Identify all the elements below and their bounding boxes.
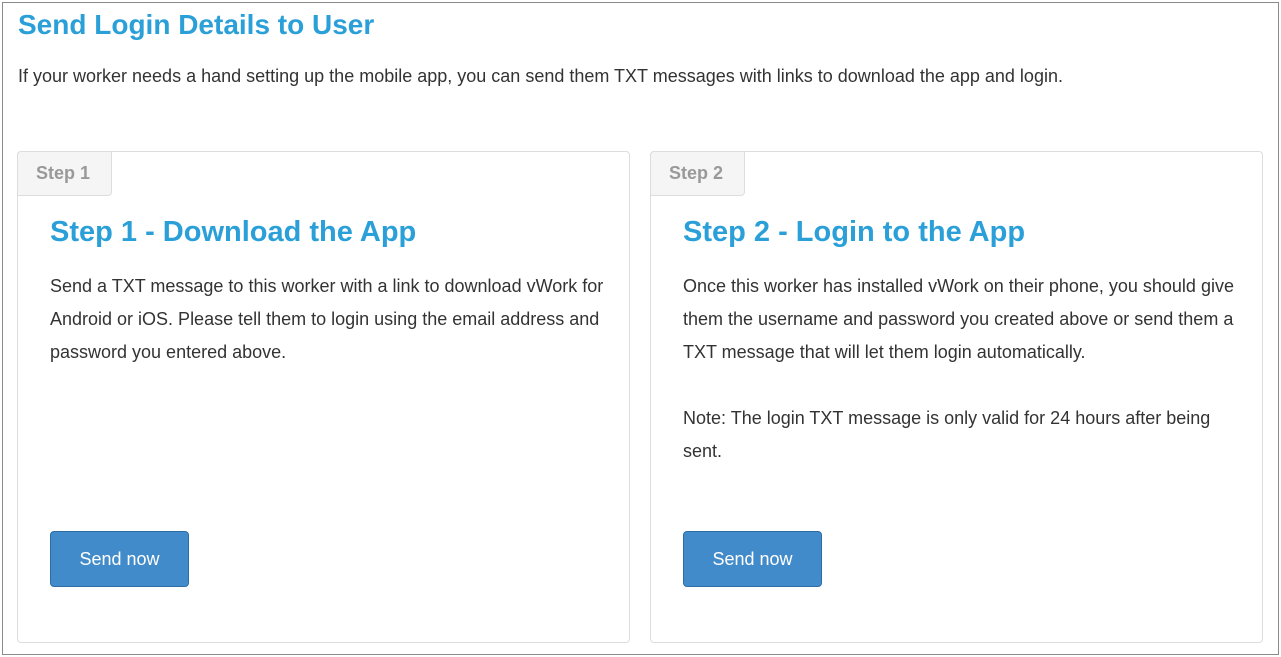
page-title: Send Login Details to User (18, 9, 375, 40)
step-2-description: Once this worker has installed vWork on … (683, 270, 1243, 468)
step-1-heading: Step 1 - Download the App (50, 216, 417, 248)
step-1-card: Step 1 Step 1 - Download the App Send a … (17, 151, 630, 643)
intro-text: If your worker needs a hand setting up t… (18, 66, 1063, 86)
step-2-paragraph: Once this worker has installed vWork on … (683, 276, 1234, 362)
step-2-tab: Step 2 (650, 151, 745, 196)
step-1-tab: Step 1 (17, 151, 112, 196)
step-2-note: Note: The login TXT message is only vali… (683, 408, 1211, 461)
step-2-send-now-button[interactable]: Send now (683, 531, 822, 587)
step-2-heading: Step 2 - Login to the App (683, 216, 1026, 248)
send-login-details-panel: Send Login Details to User If your worke… (2, 2, 1279, 655)
step-2-card: Step 2 Step 2 - Login to the App Once th… (650, 151, 1263, 643)
step-1-paragraph: Send a TXT message to this worker with a… (50, 276, 604, 362)
step-1-send-now-button[interactable]: Send now (50, 531, 189, 587)
step-1-description: Send a TXT message to this worker with a… (50, 270, 610, 369)
